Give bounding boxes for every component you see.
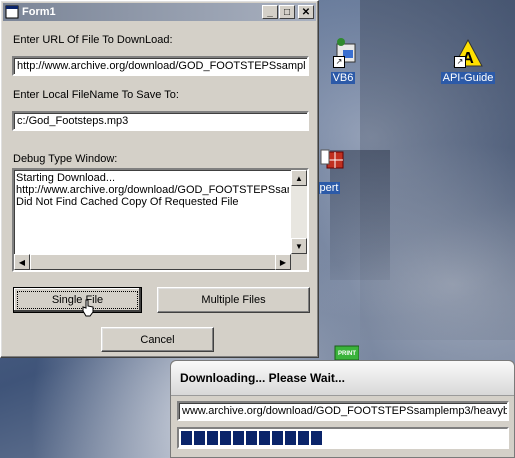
download-progress-window: Downloading... Please Wait... www.archiv… xyxy=(170,360,515,458)
title-bar[interactable]: Form1 _ □ ✕ xyxy=(3,3,316,21)
url-input[interactable]: http://www.archive.org/download/GOD_FOOT… xyxy=(12,56,309,76)
filename-label: Enter Local FileName To Save To: xyxy=(13,89,179,101)
progress-block xyxy=(207,431,218,445)
desktop-icon-api-guide[interactable]: A ↗ API-Guide xyxy=(440,38,496,84)
maximize-icon: □ xyxy=(283,6,291,18)
mouse-cursor-icon xyxy=(82,299,94,317)
download-url-field[interactable]: www.archive.org/download/GOD_FOOTSTEPSsa… xyxy=(177,401,509,421)
scroll-left-icon[interactable]: ◀ xyxy=(14,254,30,270)
desktop-icon-label: pert xyxy=(317,182,341,194)
desktop-icon-vb6[interactable]: ↗ VB6 xyxy=(318,38,368,84)
progress-block xyxy=(272,431,283,445)
debug-line: Starting Download... xyxy=(16,172,116,184)
download-heading: Downloading... Please Wait... xyxy=(171,361,514,396)
scroll-corner xyxy=(291,254,307,270)
debug-line: http://www.archive.org/download/GOD_FOOT… xyxy=(16,184,289,196)
close-icon: ✕ xyxy=(301,6,311,18)
single-file-label: Single File xyxy=(51,294,104,306)
progress-block xyxy=(298,431,309,445)
app-window-icon xyxy=(5,5,19,19)
progress-block xyxy=(220,431,231,445)
progress-fill xyxy=(181,431,322,445)
progress-block xyxy=(259,431,270,445)
progress-block xyxy=(194,431,205,445)
vertical-scrollbar[interactable]: ▲ ▼ xyxy=(291,170,307,254)
download-progress-bar xyxy=(177,427,509,449)
minimize-button[interactable]: _ xyxy=(262,5,278,19)
progress-block xyxy=(181,431,192,445)
cancel-label: Cancel xyxy=(140,333,175,346)
cancel-button[interactable]: Cancel xyxy=(101,327,214,352)
multiple-files-button[interactable]: Multiple Files xyxy=(157,287,310,313)
maximize-button[interactable]: □ xyxy=(279,5,295,19)
desktop-icon-label: API-Guide xyxy=(440,72,496,84)
scroll-down-icon[interactable]: ▼ xyxy=(291,238,307,254)
minimize-icon: _ xyxy=(267,6,273,18)
debug-textarea[interactable]: Starting Download... http://www.archive.… xyxy=(12,168,309,272)
scroll-up-icon[interactable]: ▲ xyxy=(291,170,307,186)
horizontal-scrollbar[interactable]: ◀ ▶ xyxy=(14,254,291,270)
multiple-files-label: Multiple Files xyxy=(201,294,266,306)
url-label: Enter URL Of File To DownLoad: xyxy=(13,34,173,46)
progress-block xyxy=(285,431,296,445)
single-file-button[interactable]: Single File xyxy=(13,287,142,313)
api-guide-icon: A ↗ xyxy=(452,38,484,70)
scroll-right-icon[interactable]: ▶ xyxy=(275,254,291,270)
progress-block xyxy=(233,431,244,445)
progress-block xyxy=(246,431,257,445)
close-button[interactable]: ✕ xyxy=(298,5,314,19)
form1-window: Form1 _ □ ✕ Enter URL Of File To DownLoa… xyxy=(0,0,319,358)
progress-block xyxy=(311,431,322,445)
debug-line: Did Not Find Cached Copy Of Requested Fi… xyxy=(16,196,239,208)
vb6-icon: ↗ xyxy=(327,38,359,70)
horizontal-scroll-thumb[interactable] xyxy=(30,254,280,270)
desktop-icon-label: VB6 xyxy=(330,72,356,84)
filename-input[interactable]: c:/God_Footsteps.mp3 xyxy=(12,111,309,131)
window-title: Form1 xyxy=(22,6,56,18)
debug-label: Debug Type Window: xyxy=(13,153,118,165)
svg-text:PRINT: PRINT xyxy=(338,351,356,357)
